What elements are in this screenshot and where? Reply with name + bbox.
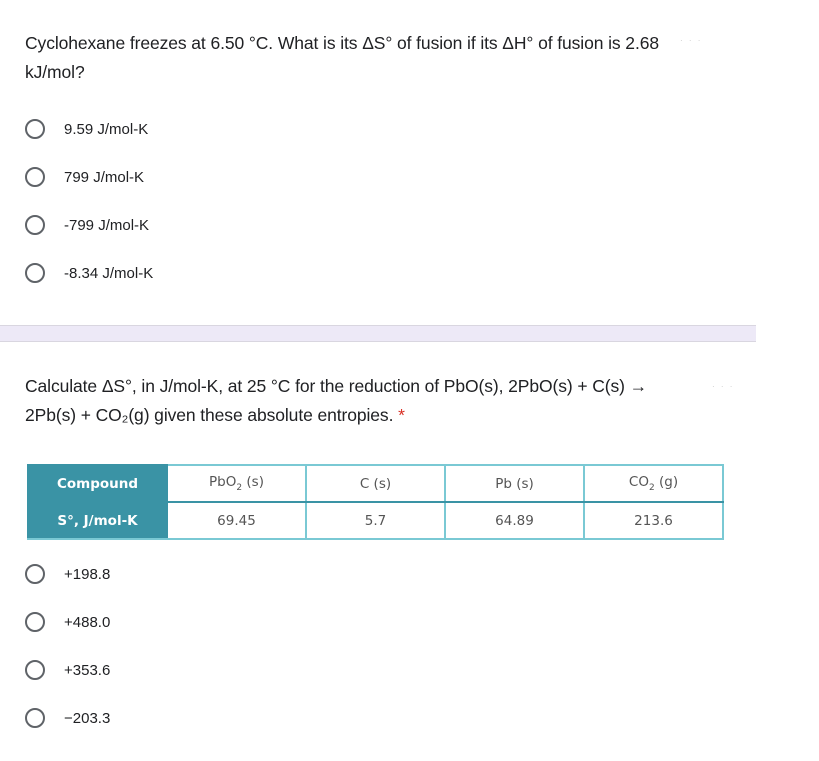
radio-button[interactable] xyxy=(25,708,45,728)
entropy-table: Compound PbO2 (s) C (s) Pb (s) CO2 (g) S… xyxy=(27,464,724,540)
compound-cell: Pb (s) xyxy=(444,464,585,503)
option-label: -799 J/mol-K xyxy=(64,216,150,234)
option-item[interactable]: +353.6 xyxy=(25,646,110,694)
question-2-prompt: Calculate ΔS°, in J/mol-K, at 25 °C for … xyxy=(25,376,648,425)
radio-button[interactable] xyxy=(25,263,45,283)
table-row: Compound PbO2 (s) C (s) Pb (s) CO2 (g) xyxy=(27,464,724,503)
table-row: S°, J/mol-K 69.45 5.7 64.89 213.6 xyxy=(27,501,724,540)
option-item[interactable]: -799 J/mol-K xyxy=(25,201,153,249)
required-marker: * xyxy=(398,405,405,425)
compound-cell: CO2 (g) xyxy=(583,464,724,503)
option-label: 799 J/mol-K xyxy=(64,168,145,186)
option-item[interactable]: 799 J/mol-K xyxy=(25,153,153,201)
question-2-options: +198.8 +488.0 +353.6 −203.3 xyxy=(25,550,110,742)
option-item[interactable]: +198.8 xyxy=(25,550,110,598)
faint-artifact: · · · xyxy=(712,382,735,391)
compound-cell: C (s) xyxy=(305,464,446,503)
radio-button[interactable] xyxy=(25,660,45,680)
row-header-entropy: S°, J/mol-K xyxy=(27,501,168,540)
option-label: +198.8 xyxy=(64,565,111,583)
option-item[interactable]: +488.0 xyxy=(25,598,110,646)
faint-artifact: · · · xyxy=(680,36,703,45)
option-item[interactable]: -8.34 J/mol-K xyxy=(25,249,153,297)
option-label: +488.0 xyxy=(64,613,111,631)
radio-button[interactable] xyxy=(25,564,45,584)
radio-button[interactable] xyxy=(25,167,45,187)
option-label: −203.3 xyxy=(64,709,111,727)
radio-button[interactable] xyxy=(25,215,45,235)
entropy-cell: 64.89 xyxy=(444,501,585,540)
section-separator xyxy=(0,325,756,342)
option-label: +353.6 xyxy=(64,661,111,679)
question-1-text: Cyclohexane freezes at 6.50 °C. What is … xyxy=(25,29,685,87)
question-1-options: 9.59 J/mol-K 799 J/mol-K -799 J/mol-K -8… xyxy=(25,105,153,297)
compound-cell: PbO2 (s) xyxy=(166,464,307,503)
option-label: -8.34 J/mol-K xyxy=(64,264,154,282)
entropy-cell: 213.6 xyxy=(583,501,724,540)
entropy-cell: 5.7 xyxy=(305,501,446,540)
question-2-text: Calculate ΔS°, in J/mol-K, at 25 °C for … xyxy=(25,372,685,430)
question-1-prompt: Cyclohexane freezes at 6.50 °C. What is … xyxy=(25,33,659,82)
entropy-cell: 69.45 xyxy=(166,501,307,540)
option-label: 9.59 J/mol-K xyxy=(64,120,149,138)
radio-button[interactable] xyxy=(25,612,45,632)
row-header-compound: Compound xyxy=(27,464,168,503)
option-item[interactable]: 9.59 J/mol-K xyxy=(25,105,153,153)
option-item[interactable]: −203.3 xyxy=(25,694,110,742)
radio-button[interactable] xyxy=(25,119,45,139)
